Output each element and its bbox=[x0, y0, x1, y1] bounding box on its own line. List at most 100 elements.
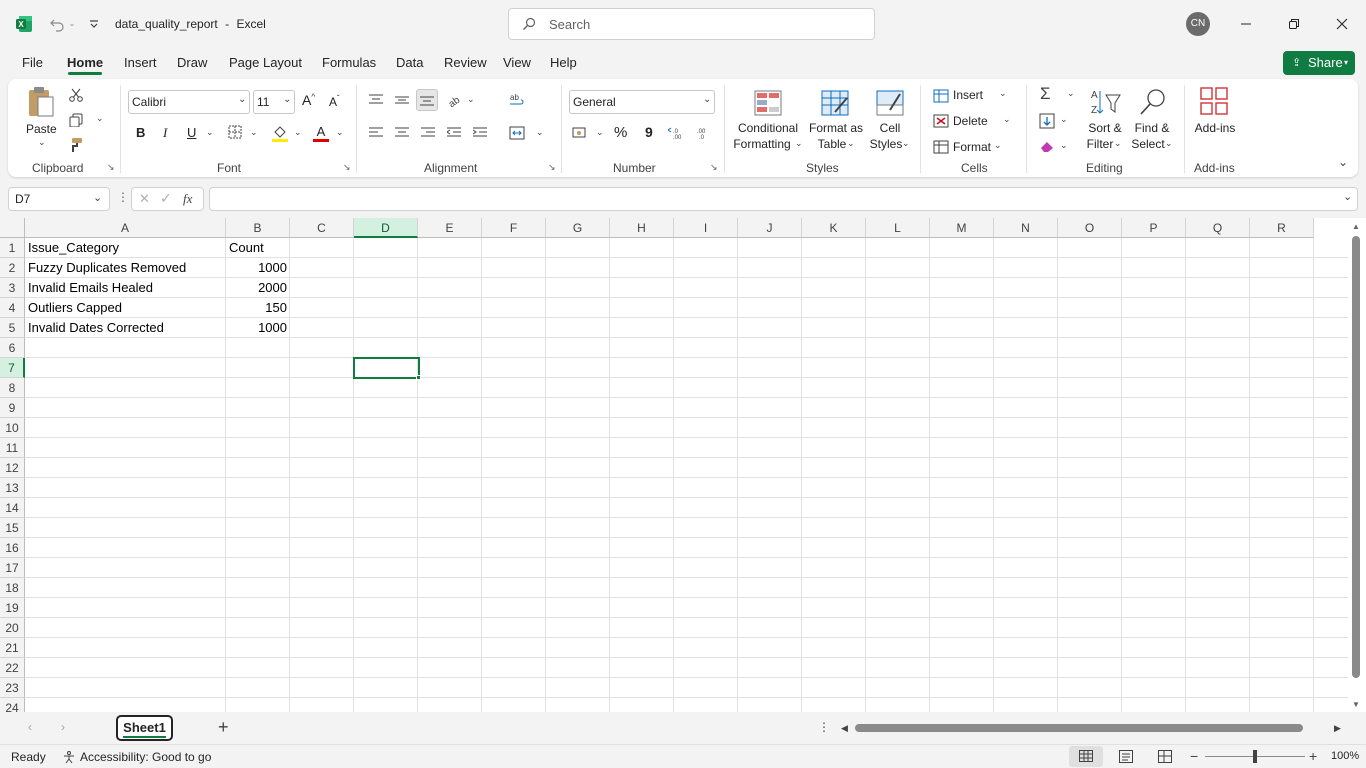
cell-a2[interactable]: Fuzzy Duplicates Removed bbox=[25, 258, 226, 278]
delete-cells-button[interactable]: Delete bbox=[953, 114, 988, 128]
formula-input[interactable]: ⌄ bbox=[209, 187, 1358, 211]
insert-function-icon[interactable]: fx bbox=[183, 191, 192, 207]
merge-dropdown-icon[interactable]: ⌄ bbox=[536, 127, 544, 138]
column-header-d[interactable]: D bbox=[354, 218, 418, 238]
share-button[interactable]: ⇪ Share ▾ bbox=[1283, 51, 1355, 75]
restore-icon[interactable] bbox=[1284, 14, 1304, 34]
format-as-table-dropdown-icon[interactable]: ⌄ bbox=[847, 138, 855, 149]
row-header-8[interactable]: 8 bbox=[0, 378, 25, 398]
decrease-decimal-icon[interactable]: .00.0 bbox=[694, 124, 714, 142]
row-header-19[interactable]: 19 bbox=[0, 598, 25, 618]
row-header-23[interactable]: 23 bbox=[0, 678, 25, 698]
collapse-ribbon-icon[interactable]: ⌄ bbox=[1338, 155, 1348, 169]
accessibility-status[interactable]: Accessibility: Good to go bbox=[80, 750, 211, 764]
column-header-g[interactable]: G bbox=[546, 218, 610, 238]
more-options-icon[interactable]: ⋮ bbox=[117, 190, 129, 204]
row-header-4[interactable]: 4 bbox=[0, 298, 25, 318]
cell-styles-label2[interactable]: Styles bbox=[866, 136, 906, 152]
close-icon[interactable] bbox=[1332, 14, 1352, 34]
sort-filter-label1[interactable]: Sort & bbox=[1085, 120, 1125, 136]
cell-styles-icon[interactable] bbox=[875, 88, 905, 118]
column-header-q[interactable]: Q bbox=[1186, 218, 1250, 238]
format-cells-icon[interactable] bbox=[933, 139, 949, 155]
font-size-select[interactable]: 11 ⌄ bbox=[253, 90, 295, 114]
cell-a3[interactable]: Invalid Emails Healed bbox=[25, 278, 226, 298]
clear-icon[interactable] bbox=[1038, 137, 1056, 155]
column-header-f[interactable]: F bbox=[482, 218, 546, 238]
name-box[interactable]: D7 ⌄ bbox=[8, 187, 110, 211]
tab-formulas[interactable]: Formulas bbox=[322, 55, 376, 70]
insert-cells-button[interactable]: Insert bbox=[953, 88, 983, 102]
copy-icon[interactable] bbox=[66, 110, 86, 130]
column-header-k[interactable]: K bbox=[802, 218, 866, 238]
accounting-dropdown-icon[interactable]: ⌄ bbox=[596, 127, 604, 138]
undo-dropdown-icon[interactable]: ⌄ bbox=[67, 16, 77, 30]
zoom-level[interactable]: 100% bbox=[1331, 750, 1359, 762]
select-all-corner[interactable] bbox=[0, 218, 25, 238]
top-align-icon[interactable] bbox=[367, 91, 385, 109]
add-sheet-button[interactable]: + bbox=[218, 717, 229, 738]
delete-cells-icon[interactable] bbox=[933, 113, 949, 129]
zoom-in-icon[interactable]: + bbox=[1309, 748, 1317, 764]
row-header-10[interactable]: 10 bbox=[0, 418, 25, 438]
row-header-7[interactable]: 7 bbox=[0, 358, 25, 378]
scroll-left-icon[interactable]: ◀ bbox=[841, 723, 848, 734]
search-box[interactable]: Search bbox=[508, 8, 875, 40]
align-center-icon[interactable] bbox=[393, 124, 411, 142]
font-name-select[interactable]: Calibri ⌄ bbox=[128, 90, 250, 114]
number-launcher-icon[interactable]: ↘ bbox=[710, 162, 718, 173]
format-as-table-label1[interactable]: Format as bbox=[808, 120, 864, 136]
cell-b3[interactable]: 2000 bbox=[226, 278, 290, 298]
column-header-i[interactable]: I bbox=[674, 218, 738, 238]
avatar[interactable]: CN bbox=[1186, 12, 1210, 36]
cell-a5[interactable]: Invalid Dates Corrected bbox=[25, 318, 226, 338]
cell-b5[interactable]: 1000 bbox=[226, 318, 290, 338]
row-header-24[interactable]: 24 bbox=[0, 698, 25, 712]
tab-file[interactable]: File bbox=[22, 55, 43, 70]
comma-style-button[interactable]: 9 bbox=[645, 124, 653, 140]
add-ins-button[interactable]: Add-ins bbox=[1190, 120, 1240, 136]
cell-styles-label1[interactable]: Cell bbox=[874, 120, 906, 136]
cell-b2[interactable]: 1000 bbox=[226, 258, 290, 278]
tab-review[interactable]: Review bbox=[444, 55, 487, 70]
customize-toolbar-icon[interactable] bbox=[86, 14, 102, 34]
column-header-o[interactable]: O bbox=[1058, 218, 1122, 238]
cancel-icon[interactable]: ✕ bbox=[139, 191, 150, 207]
prev-sheet-icon[interactable]: ‹ bbox=[28, 720, 32, 734]
accessibility-icon[interactable] bbox=[61, 749, 77, 765]
row-header-20[interactable]: 20 bbox=[0, 618, 25, 638]
scroll-up-icon[interactable]: ▲ bbox=[1352, 222, 1360, 231]
delete-cells-dropdown-icon[interactable]: ⌄ bbox=[1003, 114, 1011, 125]
vertical-scroll-thumb[interactable] bbox=[1352, 236, 1360, 678]
cell-styles-dropdown-icon[interactable]: ⌄ bbox=[902, 138, 910, 149]
fill-dropdown-icon[interactable]: ⌄ bbox=[1060, 114, 1068, 125]
bold-button[interactable]: B bbox=[136, 125, 145, 140]
tab-view[interactable]: View bbox=[503, 55, 531, 70]
clipboard-launcher-icon[interactable]: ↘ bbox=[107, 162, 115, 173]
fill-color-dropdown-icon[interactable]: ⌄ bbox=[294, 127, 302, 138]
column-header-h[interactable]: H bbox=[610, 218, 674, 238]
accounting-format-icon[interactable] bbox=[571, 124, 591, 142]
orientation-icon[interactable]: ab bbox=[445, 91, 463, 109]
row-header-16[interactable]: 16 bbox=[0, 538, 25, 558]
decrease-font-size-icon[interactable]: Aˇ bbox=[329, 94, 340, 109]
zoom-slider-thumb[interactable] bbox=[1253, 750, 1257, 763]
row-header-3[interactable]: 3 bbox=[0, 278, 25, 298]
cell-b1[interactable]: Count bbox=[226, 238, 290, 258]
paste-icon[interactable] bbox=[26, 85, 56, 119]
tab-insert[interactable]: Insert bbox=[124, 55, 157, 70]
fill-icon[interactable] bbox=[1038, 112, 1056, 130]
column-header-p[interactable]: P bbox=[1122, 218, 1186, 238]
next-sheet-icon[interactable]: › bbox=[61, 720, 65, 734]
row-header-15[interactable]: 15 bbox=[0, 518, 25, 538]
format-cells-dropdown-icon[interactable]: ⌄ bbox=[994, 140, 1002, 151]
column-header-j[interactable]: J bbox=[738, 218, 802, 238]
italic-button[interactable]: I bbox=[163, 125, 167, 141]
percent-style-button[interactable]: % bbox=[614, 124, 627, 141]
scroll-right-icon[interactable]: ▶ bbox=[1334, 723, 1341, 734]
conditional-formatting-dropdown-icon[interactable]: ⌄ bbox=[795, 138, 803, 149]
page-break-view-icon[interactable] bbox=[1158, 750, 1172, 763]
row-header-6[interactable]: 6 bbox=[0, 338, 25, 358]
cut-icon[interactable] bbox=[66, 85, 86, 105]
enter-icon[interactable]: ✓ bbox=[160, 190, 172, 207]
